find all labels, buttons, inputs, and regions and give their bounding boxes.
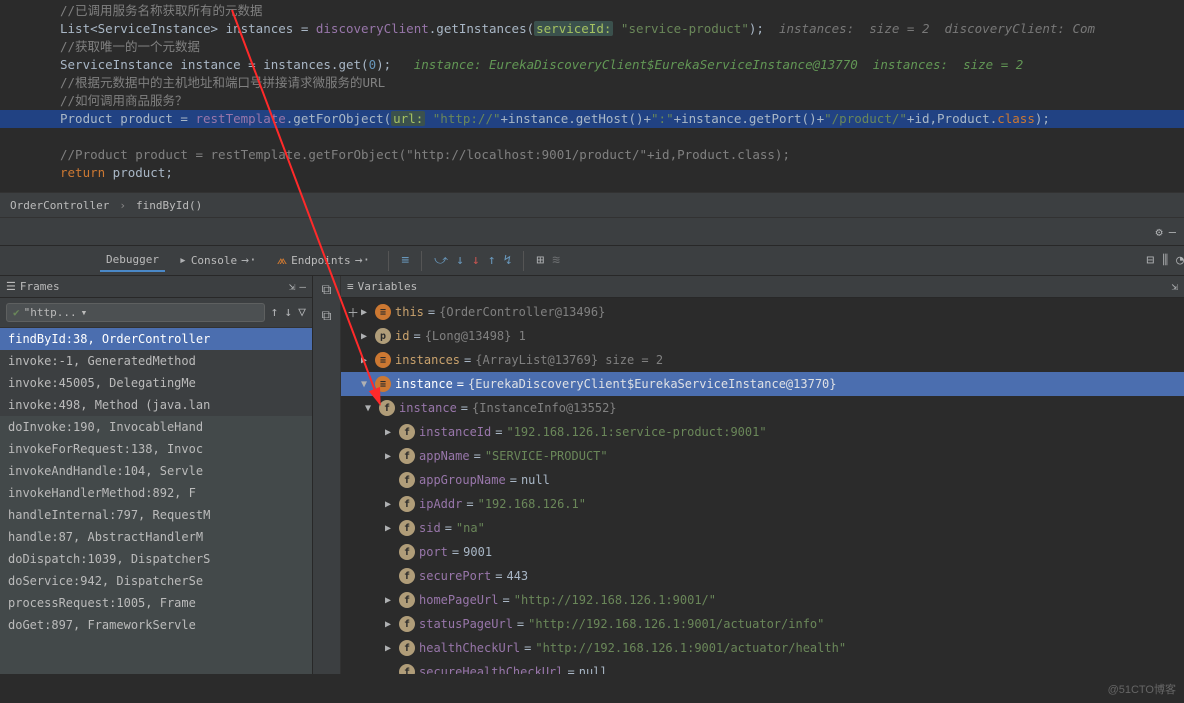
step-out-icon[interactable]: ↑ [488, 253, 496, 268]
filter-icon[interactable]: ▽ [298, 305, 306, 320]
current-line: Product product = restTemplate.getForObj… [0, 110, 1184, 128]
code-comment: //已调用服务名称获取所有的元数据 [60, 3, 263, 18]
gear-icon[interactable]: ⚙ [1156, 225, 1163, 239]
stack-frame[interactable]: handleInternal:797, RequestM [0, 504, 312, 526]
step-into-icon[interactable]: ↓ [456, 253, 464, 268]
variable-row[interactable]: ▶fhealthCheckUrl="http://192.168.126.1:9… [341, 636, 1184, 660]
code-text: List<ServiceInstance> instances = [60, 21, 316, 36]
chevron-down-icon: ▾ [81, 306, 88, 319]
stack-frame[interactable]: doGet:897, FrameworkServle [0, 614, 312, 636]
force-step-into-icon[interactable]: ↓ [472, 253, 480, 268]
thread-dump-icon[interactable]: ⫼ [1162, 253, 1168, 268]
evaluate-expression-icon[interactable]: ⊞ [536, 253, 544, 268]
expand-icon[interactable]: ▶ [361, 331, 375, 342]
endpoints-icon: ⩕ [277, 253, 287, 268]
variables-tree[interactable]: ＋▶≡this={OrderController@13496} ▶pid={Lo… [341, 298, 1184, 674]
collapse-icon[interactable]: ▼ [361, 379, 375, 390]
expand-icon[interactable]: ▶ [385, 595, 399, 606]
stack-frame[interactable]: handle:87, AbstractHandlerM [0, 526, 312, 548]
variable-row[interactable]: ▶finstanceId="192.168.126.1:service-prod… [341, 420, 1184, 444]
tab-console[interactable]: ▸Console →· [173, 249, 263, 272]
variable-row[interactable]: ▶fstatusPageUrl="http://192.168.126.1:90… [341, 612, 1184, 636]
crumb-class[interactable]: OrderController [4, 197, 115, 214]
stack-frame[interactable]: doInvoke:190, InvocableHand [0, 416, 312, 438]
show-execution-point-icon[interactable]: ≡ [401, 253, 409, 268]
check-icon: ✔ [13, 306, 20, 319]
variable-row[interactable]: ▶fipAddr="192.168.126.1" [341, 492, 1184, 516]
restore-icon[interactable]: ⇲ [289, 280, 296, 293]
vars-gutter: ⧉ ⧉ [313, 276, 341, 674]
variable-row[interactable]: ▶fsid="na" [341, 516, 1184, 540]
stack-frame[interactable]: invokeHandlerMethod:892, F [0, 482, 312, 504]
thread-selector[interactable]: ✔ "http... ▾ [6, 303, 265, 322]
tab-endpoints[interactable]: ⩕Endpoints →· [271, 249, 377, 272]
prev-frame-icon[interactable]: ↑ [271, 305, 279, 320]
frames-list[interactable]: findById:38, OrderController invoke:-1, … [0, 328, 312, 674]
variable-row[interactable]: fappGroupName=null [341, 468, 1184, 492]
expand-icon[interactable]: ▶ [361, 307, 375, 318]
pin-icon: →· [241, 253, 257, 268]
variables-icon: ≡ [347, 280, 354, 293]
stack-frame[interactable]: invoke:498, Method (java.lan [0, 394, 312, 416]
console-icon: ▸ [179, 253, 187, 268]
watermark: @51CTO博客 [1108, 681, 1176, 697]
separator [421, 251, 422, 271]
crumb-method[interactable]: findById() [130, 197, 208, 214]
inline-hint: instances: size = 2 discoveryClient: Com [764, 21, 1095, 36]
collapse-icon[interactable]: ▼ [365, 403, 379, 414]
variable-row[interactable]: ▼finstance={InstanceInfo@13552} [341, 396, 1184, 420]
separator [523, 251, 524, 271]
frames-icon: ☰ [6, 280, 16, 293]
variable-row[interactable]: fsecureHealthCheckUrl=null [341, 660, 1184, 674]
add-watch-icon[interactable]: ＋ [345, 304, 361, 321]
variable-row[interactable]: ▶fhomePageUrl="http://192.168.126.1:9001… [341, 588, 1184, 612]
stack-frame[interactable]: invokeForRequest:138, Invoc [0, 438, 312, 460]
stack-frame[interactable]: doDispatch:1039, DispatcherS [0, 548, 312, 570]
variable-row[interactable]: ＋▶≡this={OrderController@13496} [341, 300, 1184, 324]
expand-icon[interactable]: ▶ [385, 643, 399, 654]
variables-panel: ≡ Variables ⇲ ＋▶≡this={OrderController@13… [341, 276, 1184, 674]
expand-icon[interactable]: ▶ [385, 451, 399, 462]
variable-row[interactable]: fport=9001 [341, 540, 1184, 564]
expand-icon[interactable]: ▶ [385, 619, 399, 630]
variable-row[interactable]: fsecurePort=443 [341, 564, 1184, 588]
variable-row[interactable]: ▶fappName="SERVICE-PRODUCT" [341, 444, 1184, 468]
expand-icon[interactable]: ▶ [385, 523, 399, 534]
variable-row[interactable]: ▶≡instances={ArrayList@13769} size = 2 [341, 348, 1184, 372]
code-editor[interactable]: //已调用服务名称获取所有的元数据 List<ServiceInstance> … [0, 0, 1184, 192]
expand-icon[interactable]: ▶ [385, 499, 399, 510]
minimize-icon[interactable]: — [1169, 225, 1176, 239]
inline-hint: instance: EurekaDiscoveryClient$EurekaSe… [391, 57, 1023, 72]
tab-debugger[interactable]: Debugger [100, 249, 165, 272]
hide-icon[interactable]: — [299, 280, 306, 293]
layout-icon[interactable]: ⊟ [1146, 253, 1154, 268]
stack-frame[interactable]: invoke:-1, GeneratedMethod [0, 350, 312, 372]
drop-frame-icon[interactable]: ↯ [504, 253, 512, 268]
breadcrumb: OrderController › findById() [0, 192, 1184, 218]
next-frame-icon[interactable]: ↓ [284, 305, 292, 320]
settings-icon[interactable]: ◔ [1176, 253, 1184, 268]
stack-frame[interactable]: invoke:45005, DelegatingMe [0, 372, 312, 394]
variable-row[interactable]: ▼≡instance={EurekaDiscoveryClient$Eureka… [341, 372, 1184, 396]
stack-frame[interactable]: doService:942, DispatcherSe [0, 570, 312, 592]
chevron-right-icon: › [119, 199, 126, 212]
stack-frame[interactable]: invokeAndHandle:104, Servle [0, 460, 312, 482]
panel-title: Frames [20, 280, 60, 293]
debug-tab-bar: Debugger ▸Console →· ⩕Endpoints →· ≡ ⤻ ↓… [0, 246, 1184, 276]
trace-icon[interactable]: ≋ [552, 253, 560, 268]
frames-panel: ☰ Frames ⇲ — ✔ "http... ▾ ↑ ↓ ▽ findById:… [0, 276, 313, 674]
step-over-icon[interactable]: ⤻ [434, 253, 448, 268]
stack-frame[interactable]: processRequest:1005, Frame [0, 592, 312, 614]
debug-tool-header: ⚙ — [0, 218, 1184, 246]
pin-icon: →· [355, 253, 371, 268]
expand-icon[interactable]: ▶ [361, 355, 375, 366]
separator [388, 251, 389, 271]
copy-icon[interactable]: ⧉ [322, 282, 332, 298]
variable-row[interactable]: ▶pid={Long@13498} 1 [341, 324, 1184, 348]
expand-icon[interactable]: ▶ [385, 427, 399, 438]
link-icon[interactable]: ⧉ [322, 308, 332, 324]
stack-frame[interactable]: findById:38, OrderController [0, 328, 312, 350]
restore-icon[interactable]: ⇲ [1171, 280, 1178, 293]
panel-title: Variables [358, 280, 418, 293]
